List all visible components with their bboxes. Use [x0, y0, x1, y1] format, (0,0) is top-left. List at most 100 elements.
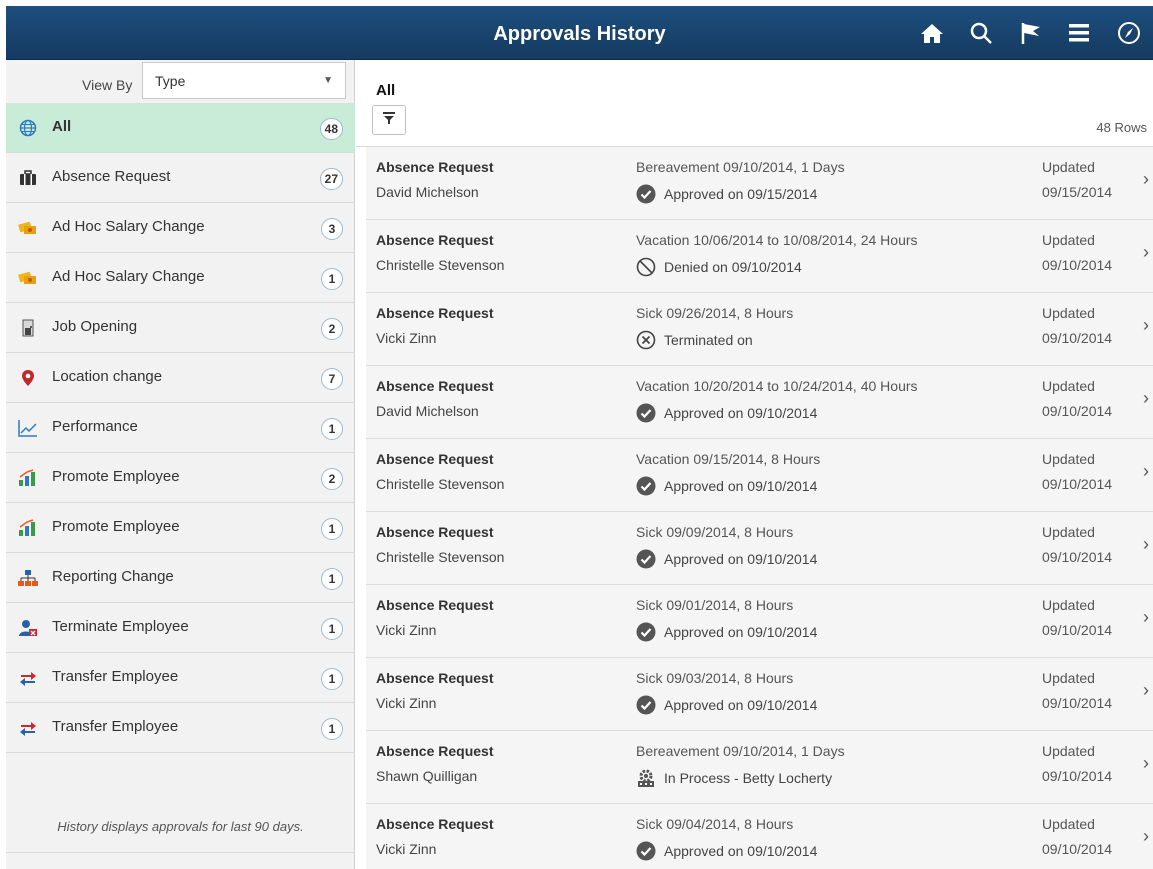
nav-item-transfer-employee[interactable]: Transfer Employee 1 — [6, 703, 355, 753]
updated-label: Updated — [1042, 305, 1095, 321]
nav-item-terminate-employee[interactable]: Terminate Employee 1 — [6, 603, 355, 653]
requester-name: Vicki Zinn — [376, 695, 437, 711]
approval-row[interactable]: Absence Request Vicki Zinn Sick 09/04/2014… — [366, 804, 1153, 869]
request-status: Approved on 09/10/2014 — [636, 695, 817, 715]
home-icon[interactable] — [917, 18, 947, 48]
chevron-right-icon: › — [1143, 169, 1149, 189]
updated-date: 09/10/2014 — [1042, 768, 1113, 784]
approval-row[interactable]: Absence Request Vicki Zinn Sick 09/01/2014… — [366, 585, 1153, 658]
nav-item-label: Ad Hoc Salary Change — [52, 268, 205, 285]
app-header: Approvals History — [6, 6, 1153, 60]
list-title: All — [376, 82, 396, 99]
chevron-right-icon: › — [1143, 534, 1149, 554]
request-type: Absence Request — [376, 743, 494, 759]
compass-icon[interactable] — [1114, 18, 1144, 48]
approval-row[interactable]: Absence Request Christelle Stevenson Vacat… — [366, 439, 1153, 512]
approval-row[interactable]: Absence Request Christelle Stevenson Vacat… — [366, 220, 1153, 293]
request-detail: Sick 09/04/2014, 8 Hours — [636, 816, 794, 832]
nav-item-label: Promote Employee — [52, 518, 180, 535]
status-text: Approved on 09/10/2014 — [664, 405, 818, 421]
dropdown-caret-icon: ▼ — [323, 75, 333, 86]
approval-row[interactable]: Absence Request David Michelson Bereavemen… — [366, 147, 1153, 220]
line-chart-icon — [18, 418, 38, 438]
nav-item-job-opening[interactable]: Job Opening 2 — [6, 303, 355, 353]
request-detail: Sick 09/01/2014, 8 Hours — [636, 597, 794, 613]
approval-row[interactable]: Absence Request Christelle Stevenson Sick … — [366, 512, 1153, 585]
nav-item-label: Transfer Employee — [52, 718, 179, 735]
updated-label: Updated — [1042, 159, 1095, 175]
history-note: History displays approvals for last 90 d… — [6, 803, 355, 853]
nav-item-absence-request[interactable]: Absence Request 27 — [6, 153, 355, 203]
count-badge: 1 — [321, 668, 343, 690]
request-type: Absence Request — [376, 597, 494, 613]
count-badge: 2 — [321, 318, 343, 340]
nav-item-performance[interactable]: Performance 1 — [6, 403, 355, 453]
approved-check-icon — [636, 184, 656, 204]
approval-row[interactable]: Absence Request Vicki Zinn Sick 09/26/2014… — [366, 293, 1153, 366]
requester-name: Shawn Quilligan — [376, 768, 478, 784]
nav-item-location-change[interactable]: Location change 7 — [6, 353, 355, 403]
nav-item-ad-hoc-salary-change[interactable]: Ad Hoc Salary Change 3 — [6, 203, 355, 253]
nav-item-label: Transfer Employee — [52, 668, 179, 685]
updated-label: Updated — [1042, 232, 1095, 248]
status-text: Approved on 09/10/2014 — [664, 697, 818, 713]
denied-icon — [636, 257, 656, 277]
updated-label: Updated — [1042, 743, 1095, 759]
nav-item-reporting-change[interactable]: Reporting Change 1 — [6, 553, 355, 603]
requester-name: Christelle Stevenson — [376, 476, 505, 492]
bar-chart-icon — [18, 518, 38, 538]
nav-item-all[interactable]: All 48 — [6, 103, 355, 153]
door-icon — [18, 318, 38, 338]
chevron-right-icon: › — [1143, 826, 1149, 846]
request-status: Approved on 09/15/2014 — [636, 184, 817, 204]
approved-check-icon — [636, 549, 656, 569]
view-by-value: Type — [155, 73, 186, 89]
request-type: Absence Request — [376, 232, 494, 248]
request-status: Approved on 09/10/2014 — [636, 841, 817, 861]
updated-label: Updated — [1042, 378, 1095, 394]
request-status: Approved on 09/10/2014 — [636, 622, 817, 642]
request-type: Absence Request — [376, 524, 494, 540]
flag-icon[interactable] — [1016, 18, 1046, 48]
view-by-label: View By — [82, 77, 133, 93]
count-badge: 1 — [321, 718, 343, 740]
filter-button[interactable] — [372, 105, 406, 135]
menu-icon[interactable] — [1064, 18, 1094, 48]
count-badge: 27 — [319, 168, 343, 190]
request-detail: Sick 09/03/2014, 8 Hours — [636, 670, 794, 686]
requester-name: David Michelson — [376, 184, 479, 200]
updated-label: Updated — [1042, 524, 1095, 540]
approved-check-icon — [636, 622, 656, 642]
requester-name: David Michelson — [376, 403, 479, 419]
nav-item-label: Ad Hoc Salary Change — [52, 218, 205, 235]
nav-item-ad-hoc-salary-change[interactable]: Ad Hoc Salary Change 1 — [6, 253, 355, 303]
nav-item-label: Terminate Employee — [52, 618, 189, 635]
approval-row[interactable]: Absence Request David Michelson Vacation 1… — [366, 366, 1153, 439]
search-icon[interactable] — [966, 18, 996, 48]
request-detail: Sick 09/26/2014, 8 Hours — [636, 305, 794, 321]
org-chart-icon — [18, 568, 38, 588]
updated-label: Updated — [1042, 670, 1095, 686]
nav-item-promote-employee[interactable]: Promote Employee 1 — [6, 503, 355, 553]
count-badge: 1 — [321, 618, 343, 640]
status-text: Approved on 09/10/2014 — [664, 624, 818, 640]
request-detail: Bereavement 09/10/2014, 1 Days — [636, 159, 845, 175]
request-detail: Bereavement 09/10/2014, 1 Days — [636, 743, 845, 759]
approval-row[interactable]: Absence Request Shawn Quilligan Bereavemen… — [366, 731, 1153, 804]
nav-item-promote-employee[interactable]: Promote Employee 2 — [6, 453, 355, 503]
chevron-right-icon: › — [1143, 753, 1149, 773]
status-text: Terminated on — [664, 332, 753, 348]
nav-item-label: Promote Employee — [52, 468, 180, 485]
request-detail: Vacation 09/15/2014, 8 Hours — [636, 451, 821, 467]
view-by-select[interactable]: Type ▼ — [142, 62, 346, 99]
rows-count: 48 Rows — [1096, 120, 1147, 135]
request-status: Approved on 09/10/2014 — [636, 403, 817, 423]
requester-name: Christelle Stevenson — [376, 257, 505, 273]
nav-item-transfer-employee[interactable]: Transfer Employee 1 — [6, 653, 355, 703]
transfer-icon — [18, 668, 38, 688]
approval-row[interactable]: Absence Request Vicki Zinn Sick 09/03/2014… — [366, 658, 1153, 731]
terminate-user-icon — [18, 618, 38, 638]
nav-item-label: All — [52, 118, 72, 135]
in-process-icon — [636, 768, 656, 788]
request-type: Absence Request — [376, 378, 494, 394]
